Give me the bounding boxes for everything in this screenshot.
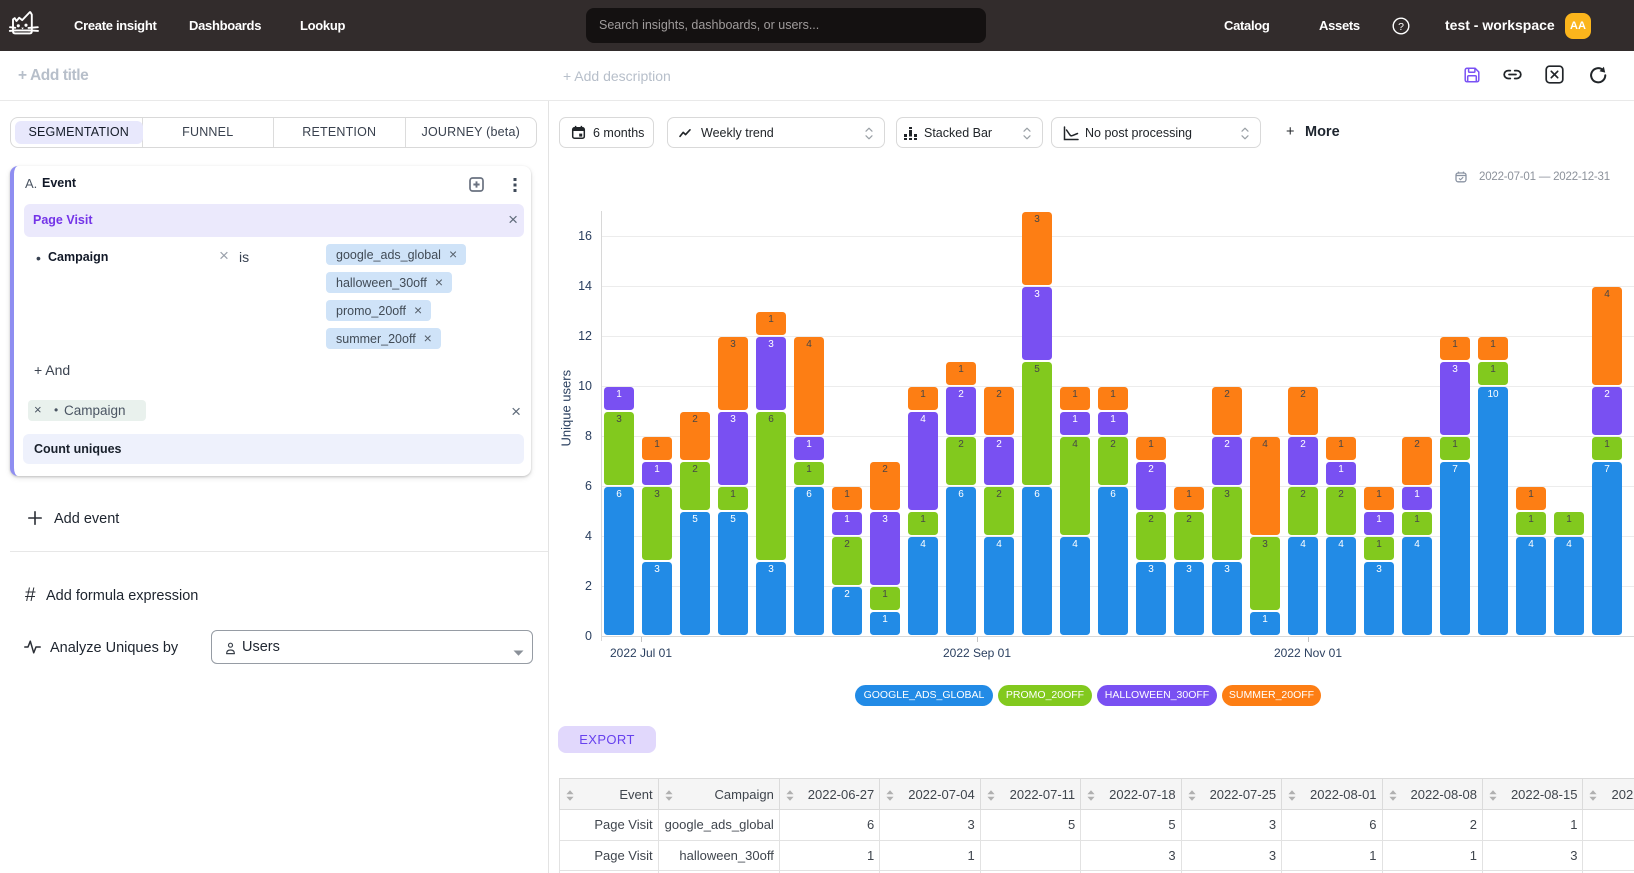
svg-text:?: ?: [1398, 21, 1404, 33]
